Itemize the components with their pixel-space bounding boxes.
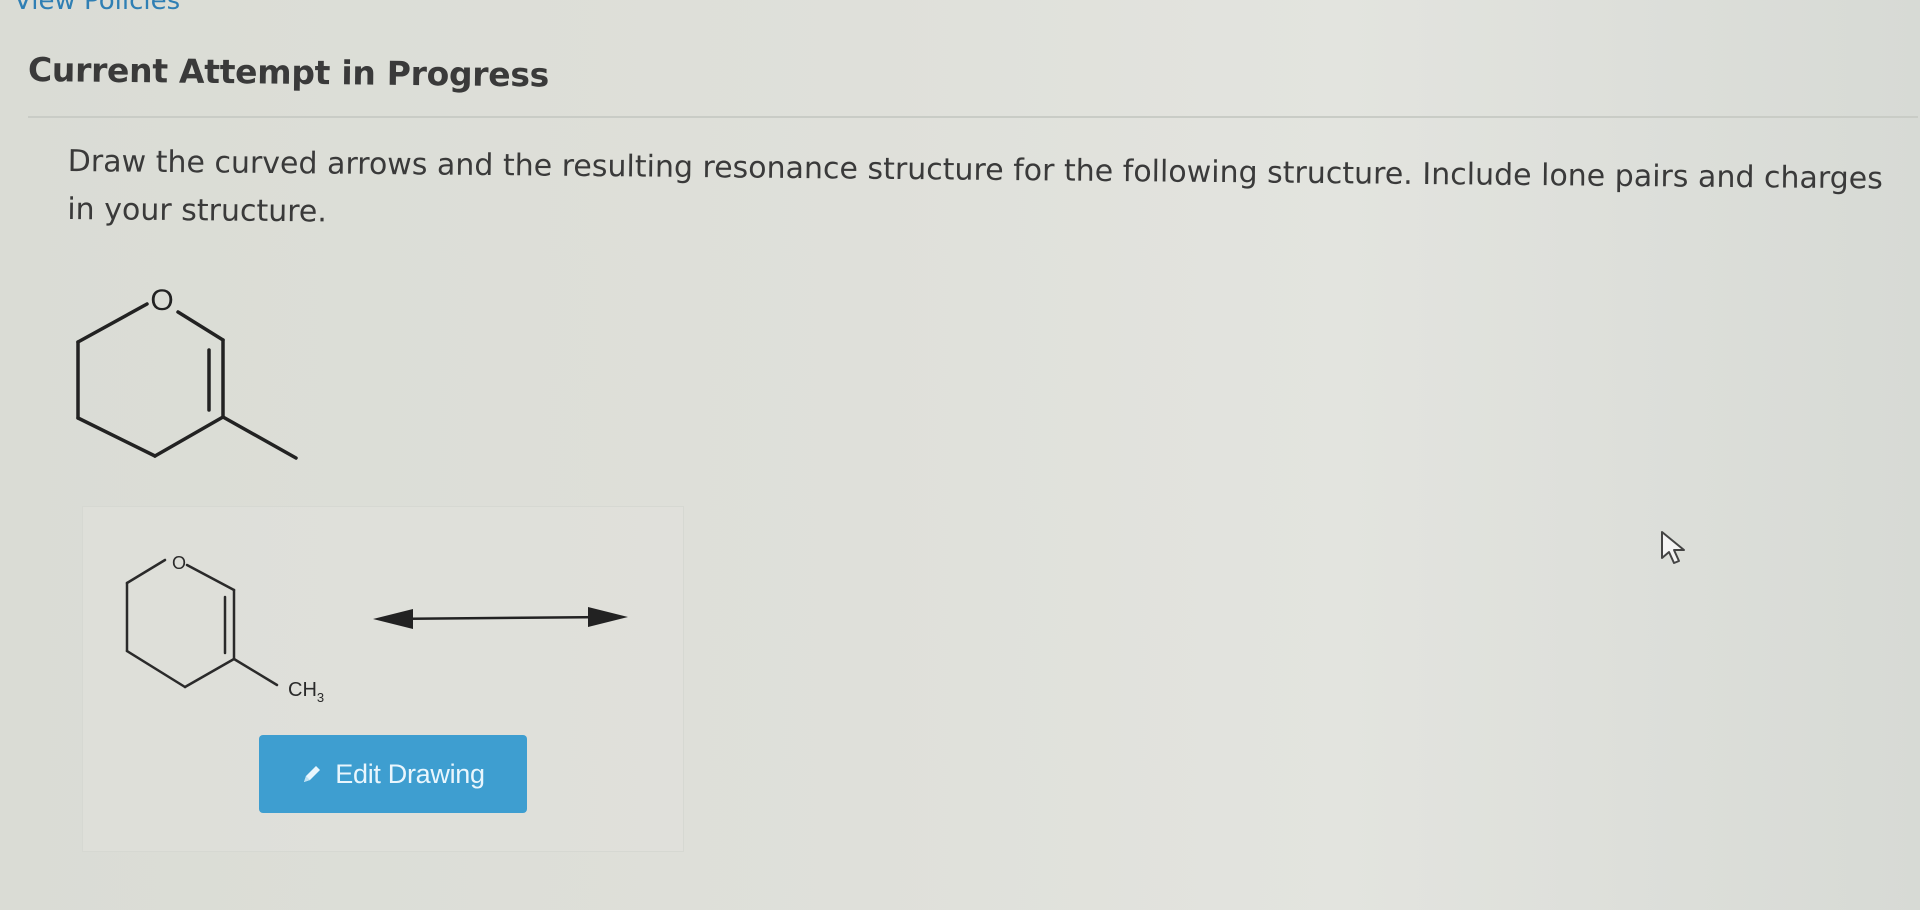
ring-bond (153, 415, 225, 458)
pencil-icon (304, 766, 321, 782)
ring-bond (185, 563, 236, 592)
answer-drawing-panel: O CH3 Edit Drawing (82, 506, 684, 852)
methyl-bond (232, 657, 279, 687)
oxygen-atom-label: O (172, 553, 186, 573)
ring-bond (176, 310, 225, 342)
answer-drawing: O CH3 (125, 553, 628, 705)
double-headed-arrow-icon (373, 607, 628, 629)
divider (28, 116, 1918, 118)
ring-bond (76, 416, 157, 458)
mouse-cursor-icon (1661, 531, 1685, 564)
methyl-label: CH3 (288, 679, 324, 705)
page-title: Current Attempt in Progress (27, 50, 550, 95)
methyl-bond (221, 415, 298, 460)
ring-bond (76, 302, 149, 344)
edit-drawing-button[interactable]: Edit Drawing (259, 735, 527, 813)
methyl-label-text: CH (288, 679, 317, 701)
methyl-subscript: 3 (317, 690, 324, 705)
ring-bond (183, 657, 236, 689)
oxygen-atom-label: O (150, 284, 173, 317)
view-policies-link[interactable]: View Policies (14, 0, 180, 16)
page-background: View Policies Current Attempt in Progres… (0, 0, 1920, 910)
ring-bond (125, 558, 167, 585)
edit-drawing-label: Edit Drawing (335, 758, 485, 789)
ring-bond (125, 649, 187, 689)
question-structure: O (76, 284, 298, 460)
question-prompt: Draw the curved arrows and the resulting… (67, 143, 1883, 230)
